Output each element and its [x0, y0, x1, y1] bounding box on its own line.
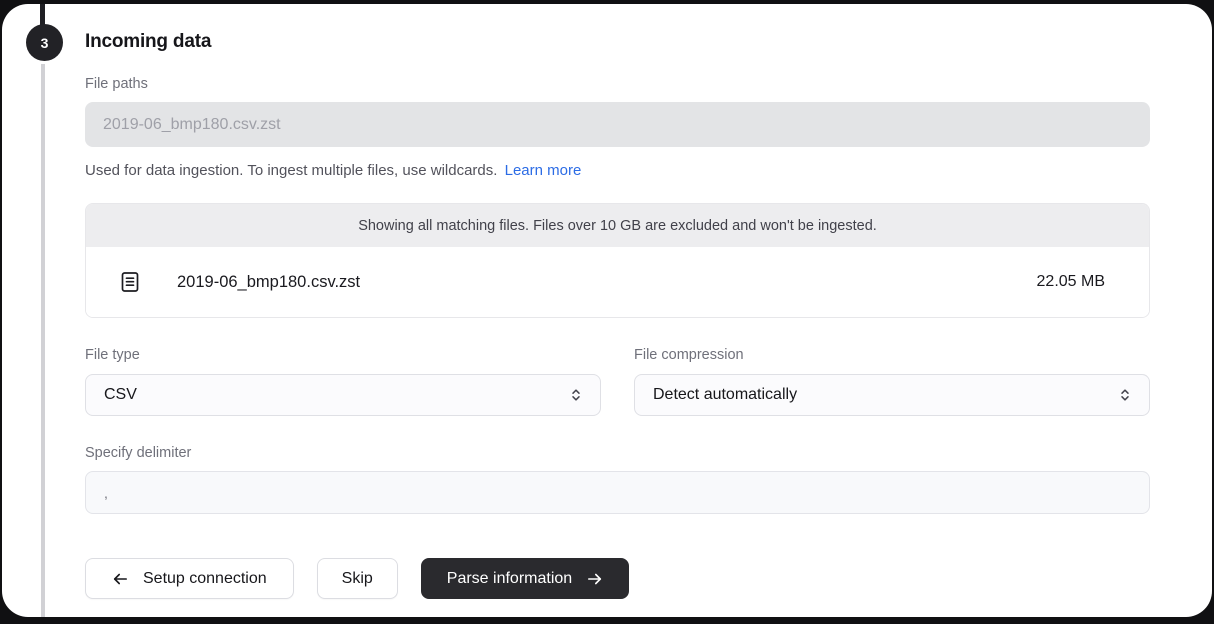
file-document-icon	[118, 270, 142, 294]
file-type-field: File type CSV	[85, 345, 601, 416]
helper-text: Used for data ingestion. To ingest multi…	[85, 162, 497, 179]
table-notice: Showing all matching files. Files over 1…	[86, 204, 1149, 247]
arrow-left-icon	[112, 571, 129, 587]
learn-more-link[interactable]: Learn more	[505, 162, 582, 179]
file-compression-label: File compression	[634, 345, 1150, 365]
file-name: 2019-06_bmp180.csv.zst	[177, 273, 360, 292]
file-paths-input	[85, 102, 1150, 147]
incoming-data-section: Incoming data File paths Used for data i…	[85, 4, 1150, 599]
delimiter-input[interactable]	[85, 471, 1150, 514]
step-badge: 3	[26, 24, 63, 61]
file-compression-value: Detect automatically	[653, 386, 797, 404]
file-type-select[interactable]: CSV	[85, 374, 601, 416]
wizard-card: 3 Incoming data File paths Used for data…	[2, 4, 1212, 617]
chevron-updown-icon	[568, 387, 584, 403]
file-type-value: CSV	[104, 386, 137, 404]
section-title: Incoming data	[85, 30, 1150, 54]
file-size: 22.05 MB	[1037, 273, 1105, 291]
file-compression-field: File compression Detect automatically	[634, 345, 1150, 416]
delimiter-label: Specify delimiter	[85, 443, 1150, 463]
matching-files-table: Showing all matching files. Files over 1…	[85, 203, 1150, 318]
setup-connection-button[interactable]: Setup connection	[85, 558, 294, 599]
actions-row: Setup connection Skip Parse information	[85, 558, 1150, 599]
table-row: 2019-06_bmp180.csv.zst 22.05 MB	[86, 247, 1149, 317]
file-compression-select[interactable]: Detect automatically	[634, 374, 1150, 416]
file-type-label: File type	[85, 345, 601, 365]
chevron-updown-icon	[1117, 387, 1133, 403]
file-paths-label: File paths	[85, 74, 1150, 94]
timeline-line-gray	[41, 64, 45, 617]
arrow-right-icon	[586, 571, 603, 587]
setup-connection-label: Setup connection	[143, 570, 267, 588]
step-number: 3	[41, 35, 49, 51]
file-paths-helper: Used for data ingestion. To ingest multi…	[85, 161, 1150, 181]
parse-information-button[interactable]: Parse information	[421, 558, 629, 599]
skip-button[interactable]: Skip	[317, 558, 398, 599]
format-options-row: File type CSV File compression Detect au…	[85, 345, 1150, 416]
parse-information-label: Parse information	[447, 570, 572, 588]
